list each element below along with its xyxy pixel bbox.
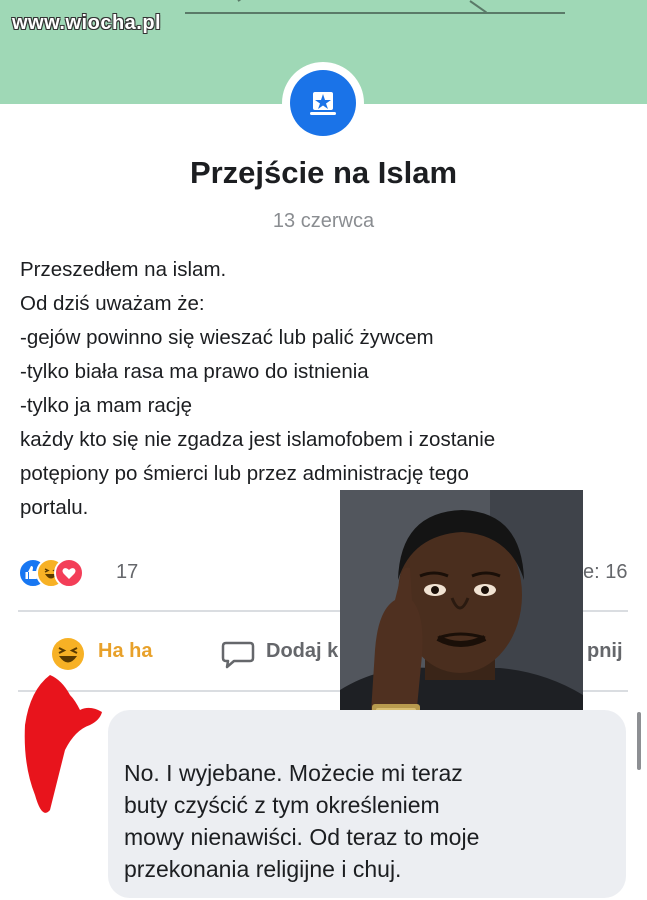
cover-graphic-line <box>185 12 565 14</box>
event-icon-circle <box>290 70 356 136</box>
comment-line: buty czyścić z tym określeniem <box>124 792 440 818</box>
comment-label: Dodaj k <box>266 640 339 662</box>
post-line: Przeszedłem na islam. <box>20 258 227 281</box>
comments-count[interactable]: e: 16 <box>583 561 627 584</box>
share-button[interactable]: pnij <box>587 640 623 663</box>
cover-graphic-slope-left <box>237 0 255 2</box>
post-body: Przeszedłem na islam. Od dziś uważam że:… <box>20 253 630 525</box>
meme-person-illustration <box>340 490 583 728</box>
share-label: pnij <box>587 640 623 662</box>
post-line: -tylko ja mam rację <box>20 394 193 417</box>
post-line: -gejów powinno się wieszać lub palić żyw… <box>20 326 434 349</box>
comment-text: No. I wyjebane. Możecie mi teraz buty cz… <box>124 757 624 885</box>
meme-overlay-image <box>340 490 583 728</box>
haha-label: Ha ha <box>98 640 153 662</box>
scrollbar[interactable] <box>637 712 641 770</box>
comment-line: No. I wyjebane. Możecie mi teraz <box>124 760 463 786</box>
post-line: -tylko biała rasa ma prawo do istnienia <box>20 360 369 383</box>
love-icon <box>54 558 84 588</box>
post-line: Od dziś uważam że: <box>20 292 205 315</box>
post-line: potępiony po śmierci lub przez administr… <box>20 462 469 485</box>
watermark: www.wiocha.pl <box>12 12 162 34</box>
haha-emoji-icon <box>52 638 84 670</box>
event-date: 13 czerwca <box>272 210 375 232</box>
post-line: każdy kto się nie zgadza jest islamofobe… <box>20 428 496 451</box>
comment-line: mowy nienawiści. Od teraz to moje <box>124 824 480 850</box>
reaction-count: 17 <box>116 561 139 583</box>
event-title: Przejście na Islam <box>189 155 458 190</box>
star-flag-icon <box>310 92 336 115</box>
event-badge <box>282 62 364 144</box>
comment-line: przekonania religijne i chuj. <box>124 856 402 882</box>
comment-icon <box>221 641 255 669</box>
